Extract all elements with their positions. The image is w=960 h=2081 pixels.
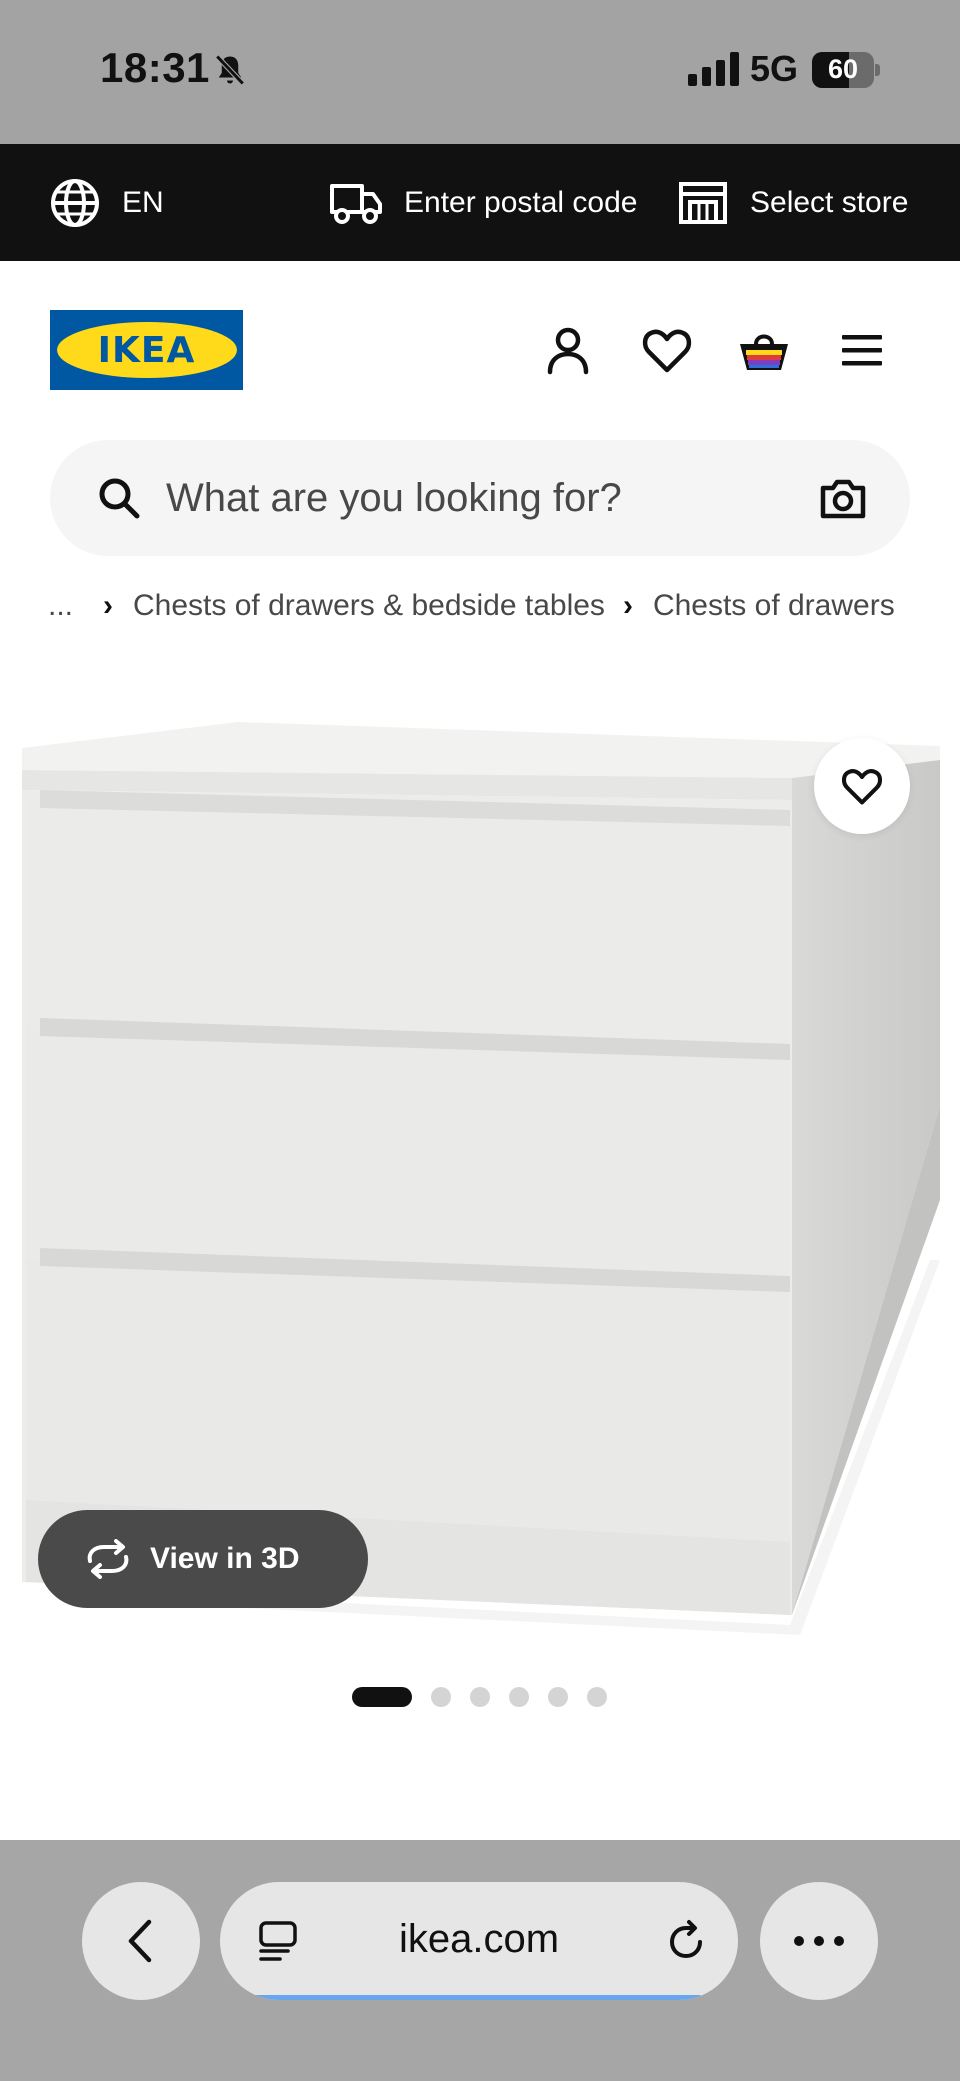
- status-bar: 18:31 5G 60: [0, 0, 960, 144]
- profile-icon[interactable]: [540, 322, 596, 378]
- carousel-dot-active[interactable]: [352, 1687, 412, 1707]
- battery-level: 60: [827, 54, 859, 84]
- address-bar[interactable]: ikea.com: [220, 1882, 738, 2000]
- carousel-dot[interactable]: [470, 1687, 490, 1707]
- battery-body: 60: [812, 52, 874, 88]
- chevron-right-icon: ›: [103, 589, 114, 622]
- globe-icon: [51, 178, 99, 227]
- status-time: 18:31: [100, 44, 210, 91]
- carousel-dot[interactable]: [509, 1687, 529, 1707]
- breadcrumb-ellipsis[interactable]: ...: [48, 589, 73, 623]
- logo-text: IKEA: [97, 329, 196, 371]
- carousel-dot[interactable]: [431, 1687, 451, 1707]
- view-in-3d-button[interactable]: View in 3D: [38, 1510, 368, 1608]
- select-store-button[interactable]: Select store: [678, 144, 908, 261]
- search-input[interactable]: [166, 440, 786, 556]
- store-icon: [679, 181, 727, 224]
- view-in-3d-label: View in 3D: [150, 1542, 300, 1575]
- select-store-label: Select store: [750, 185, 909, 219]
- rotate-3d-icon: [87, 1539, 129, 1579]
- language-label: EN: [122, 185, 164, 219]
- carousel-dot[interactable]: [587, 1687, 607, 1707]
- menu-icon[interactable]: [834, 322, 890, 378]
- language-selector[interactable]: EN: [50, 144, 164, 261]
- more-dots-icon: [794, 1936, 844, 1946]
- postal-code-button[interactable]: Enter postal code: [328, 144, 637, 261]
- basket-icon[interactable]: [736, 322, 792, 378]
- camera-icon[interactable]: [818, 474, 868, 522]
- reload-icon[interactable]: [664, 1918, 708, 1962]
- heart-icon[interactable]: [639, 322, 695, 378]
- save-to-favourites-button[interactable]: [814, 738, 910, 834]
- delivery-truck-icon: [330, 183, 382, 224]
- cellular-signal-icon: [688, 52, 739, 86]
- top-utility-bar: EN Enter postal code Select store: [0, 144, 960, 261]
- ikea-logo[interactable]: IKEA: [50, 310, 243, 390]
- image-carousel-indicator: [352, 1686, 626, 1708]
- chevron-left-icon: [128, 1919, 152, 1963]
- breadcrumb: ... › Chests of drawers & bedside tables…: [48, 586, 895, 626]
- logo-oval: IKEA: [56, 322, 237, 378]
- screen: 18:31 5G 60 EN Enter postal code Select …: [0, 0, 960, 2081]
- page-load-progress: [252, 1995, 702, 2000]
- search-icon: [99, 478, 140, 519]
- chevron-right-icon: ›: [622, 589, 633, 622]
- url-text: ikea.com: [398, 1916, 560, 1961]
- breadcrumb-item[interactable]: Chests of drawers: [653, 589, 895, 623]
- carousel-dot[interactable]: [548, 1687, 568, 1707]
- heart-icon: [841, 769, 883, 805]
- postal-code-label: Enter postal code: [404, 185, 638, 219]
- more-options-button[interactable]: [760, 1882, 878, 2000]
- breadcrumb-item[interactable]: Chests of drawers & bedside tables: [133, 589, 605, 623]
- search-bar[interactable]: [50, 440, 910, 556]
- battery-tip: [875, 64, 880, 76]
- bell-muted-icon: [215, 54, 245, 86]
- network-type: 5G: [750, 48, 799, 89]
- back-button[interactable]: [82, 1882, 200, 2000]
- battery-icon: 60: [812, 52, 880, 88]
